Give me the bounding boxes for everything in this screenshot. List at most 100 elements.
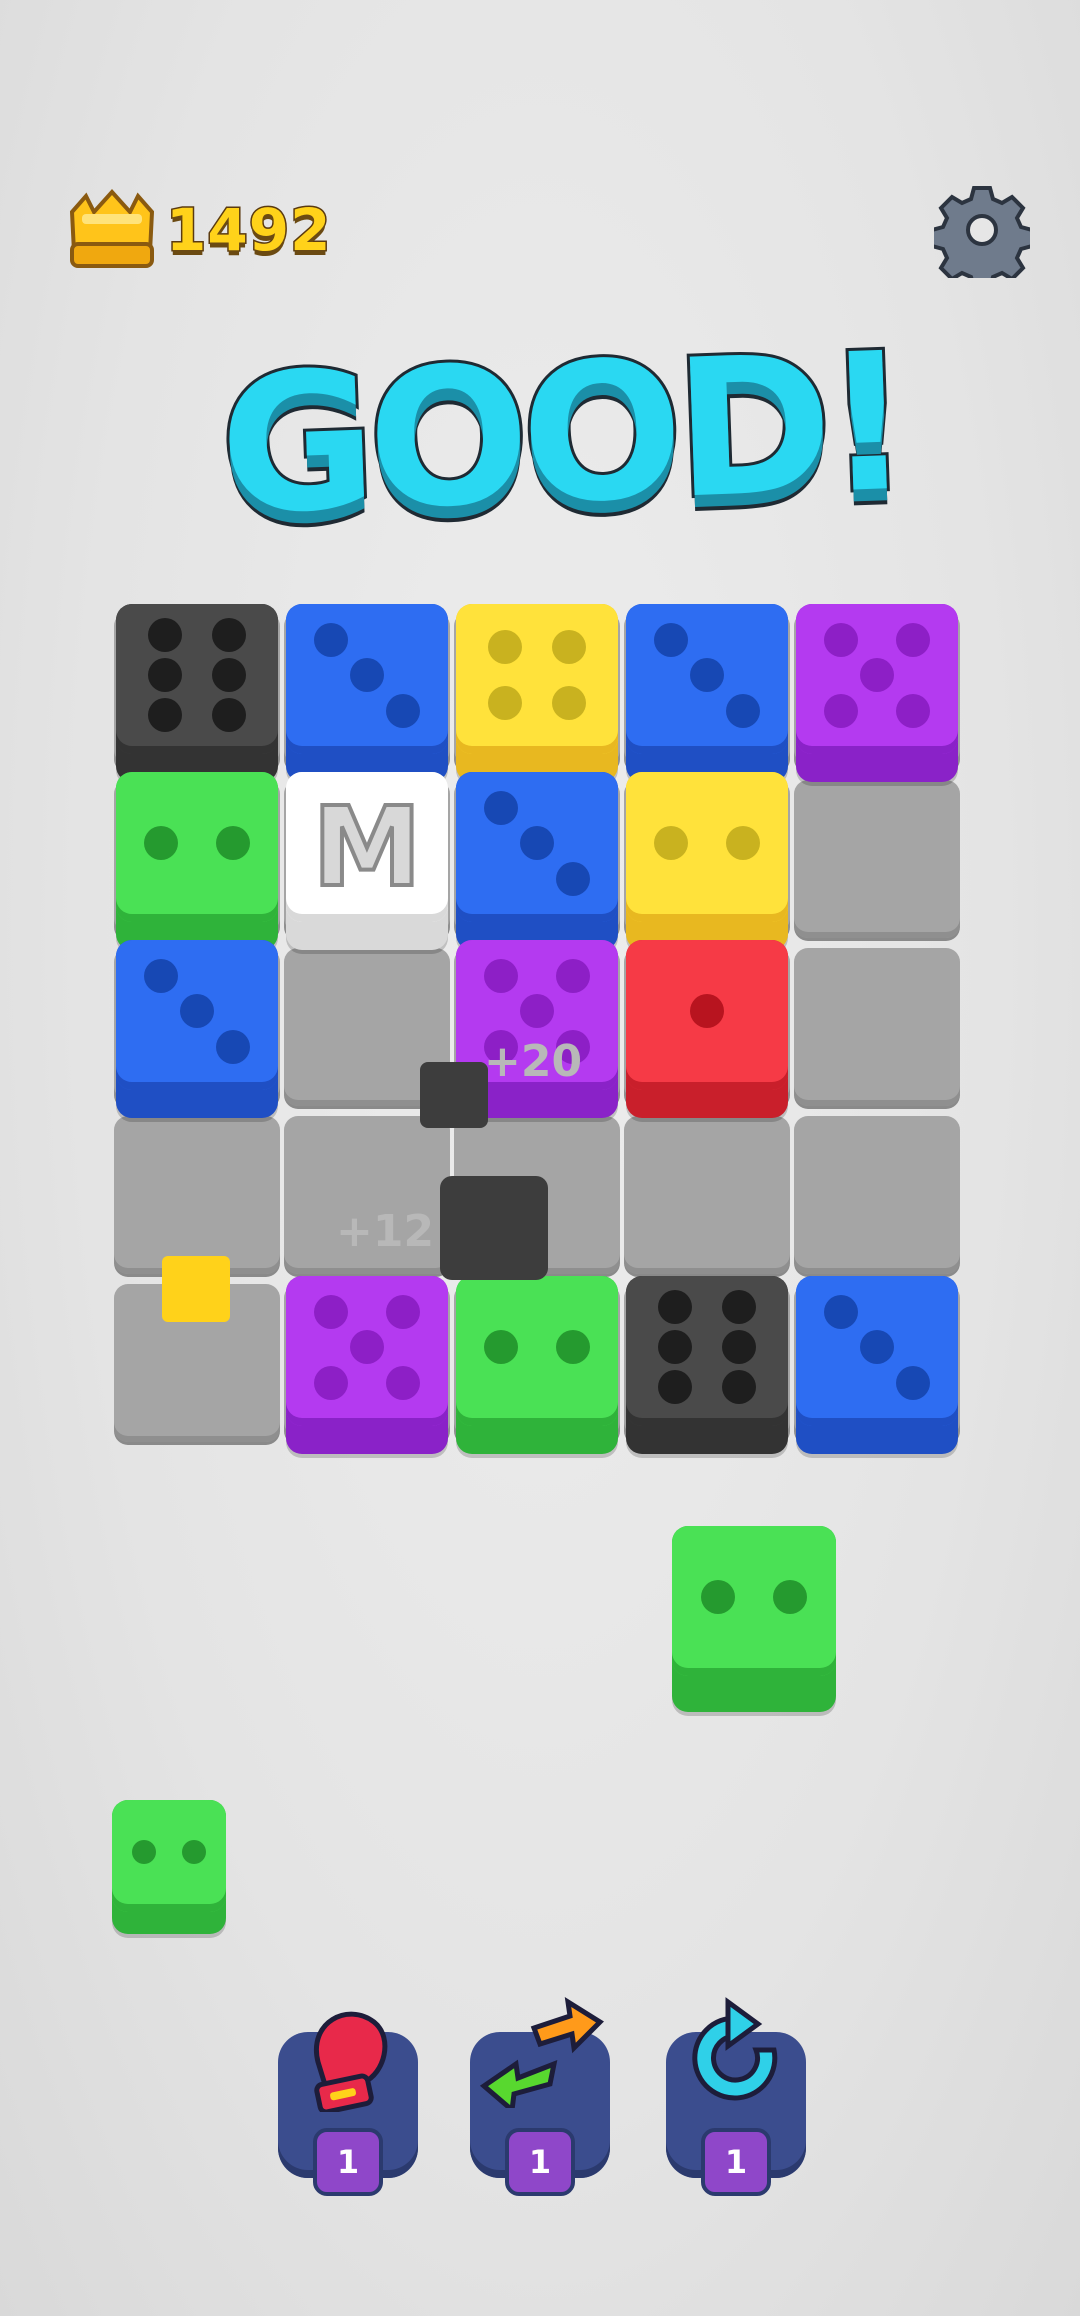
tile-purple[interactable] [796,604,958,782]
pip [555,861,590,896]
tile-blue[interactable] [116,940,278,1118]
tile-face [116,604,278,754]
pip [350,1330,384,1364]
pip [385,1294,420,1329]
pip [131,1840,156,1864]
pip [722,1369,757,1404]
pip [690,658,724,692]
pip [657,1330,692,1364]
pip [147,697,182,732]
pip [520,826,554,860]
pip [487,686,522,721]
board-cell[interactable] [794,1116,960,1274]
settings-button[interactable] [930,182,1034,290]
tile-blue[interactable] [626,604,788,782]
tile-green[interactable] [112,1800,226,1934]
tile-green[interactable] [456,1276,618,1454]
pip [212,618,247,653]
pip [484,790,519,825]
board-cell[interactable] [114,1116,280,1274]
pip [484,958,519,993]
tile-face [672,1526,836,1676]
booster-count: 1 [701,2128,771,2196]
tile-face [286,604,448,754]
pip [487,629,522,664]
pip [520,994,554,1028]
pip [895,622,930,657]
coin-count: 1492 [164,195,332,266]
tile-debris [162,1256,230,1322]
score-popup: +12 [336,1206,435,1257]
pip [895,693,930,728]
pip [314,622,349,657]
tile-face [456,604,618,754]
pip [722,1290,757,1325]
pip [552,686,587,721]
pip [860,1330,894,1364]
praise-banner: GOOD! [213,309,910,570]
tile-yellow[interactable] [456,604,618,782]
pip [215,826,250,860]
pip [212,697,247,732]
tile-black[interactable] [626,1276,788,1454]
booster-swap[interactable]: 1 [470,1997,610,2196]
tile-blue[interactable] [796,1276,958,1454]
pip [147,658,182,692]
pip [215,1029,250,1064]
tile-yellow[interactable] [626,772,788,950]
crown-icon [66,186,158,272]
tile-debris [420,1062,488,1128]
tile-face [112,1800,226,1912]
pip [690,994,724,1028]
refresh-icon [692,1997,778,2101]
pip [725,693,760,728]
pip [700,1580,735,1614]
tile-debris [440,1176,548,1280]
tile-white[interactable]: M [286,772,448,950]
pip [657,1369,692,1404]
pip [773,1580,808,1614]
tile-face [116,772,278,922]
pip [314,1294,349,1329]
tile-purple[interactable] [286,1276,448,1454]
tile-green[interactable] [672,1526,836,1712]
tile-face [456,772,618,922]
tile-green[interactable] [116,772,278,950]
pip [722,1330,757,1364]
tile-face [796,604,958,754]
pip [484,1330,519,1364]
tile-face [626,940,788,1090]
pip [147,618,182,653]
pip [144,958,179,993]
pip [824,693,859,728]
pip [144,826,179,860]
praise-text: GOOD! [213,309,910,560]
booster-count: 1 [505,2128,575,2196]
pip [657,1290,692,1325]
tile-red[interactable] [626,940,788,1118]
tile-face [626,1276,788,1426]
pip [314,1365,349,1400]
booster-count: 1 [313,2128,383,2196]
tile-face [116,940,278,1090]
pip [182,1840,207,1864]
booster-refresh[interactable]: 1 [666,1997,806,2196]
booster-boxing-glove[interactable]: 1 [278,2011,418,2196]
pip [350,658,384,692]
pip [552,629,587,664]
board-cell[interactable] [794,780,960,938]
pip [555,958,590,993]
tile-black[interactable] [116,604,278,782]
board-cell[interactable] [624,1116,790,1274]
tile-letter: M [310,781,423,913]
pip [725,826,760,860]
swap-arrows-icon [479,1997,604,2108]
tile-blue[interactable] [456,772,618,950]
boxing-glove-icon [313,2011,388,2112]
tile-blue[interactable] [286,604,448,782]
pip [895,1365,930,1400]
pip [654,826,689,860]
board-cell[interactable] [794,948,960,1106]
tile-face [796,1276,958,1426]
pip [824,1294,859,1329]
